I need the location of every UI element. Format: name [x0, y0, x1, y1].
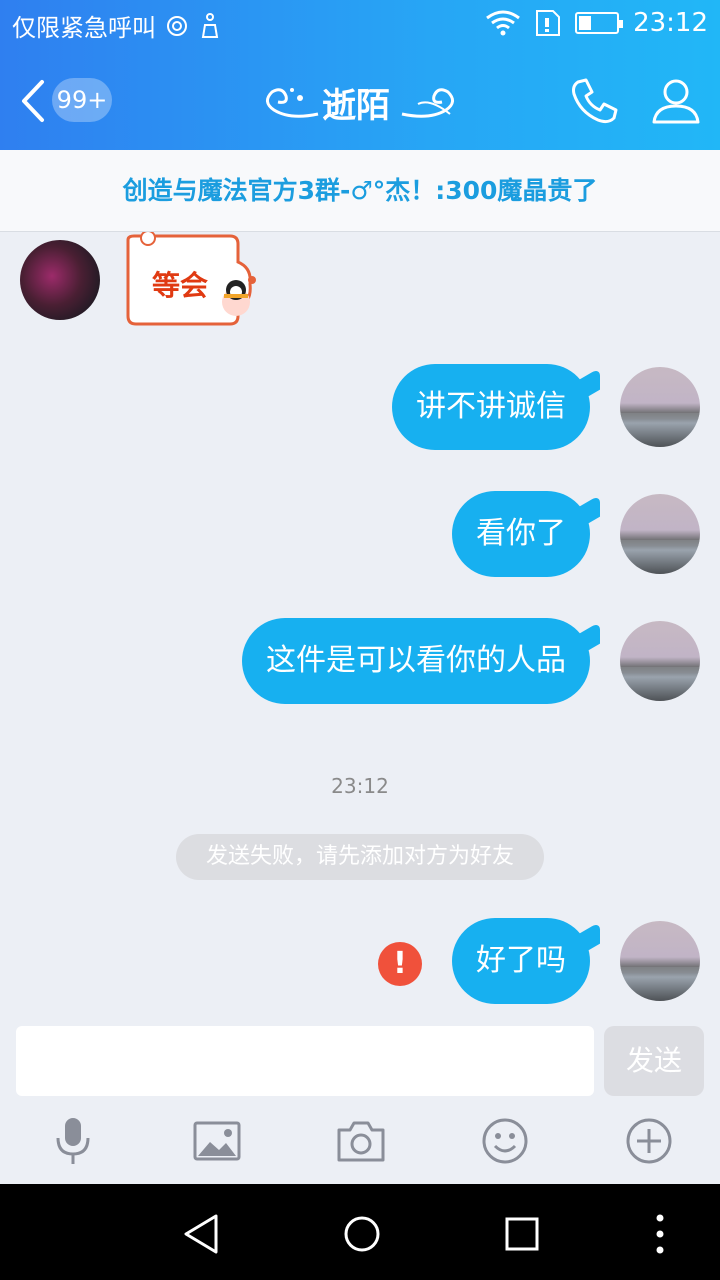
microphone-icon[interactable] — [48, 1116, 98, 1166]
group-notice-banner[interactable]: 创造与魔法官方3群-♂°杰！:300魔晶贵了 — [0, 150, 720, 232]
my-avatar[interactable] — [620, 921, 700, 1001]
swirl-right-icon — [401, 88, 454, 118]
unread-badge[interactable]: 99+ — [52, 78, 112, 122]
message-bubble[interactable]: 讲不讲诚信 — [392, 364, 590, 450]
emoji-icon[interactable] — [480, 1116, 530, 1166]
image-icon[interactable] — [192, 1116, 242, 1166]
status-time: 23:12 — [633, 8, 708, 38]
message-bubble[interactable]: 这件是可以看你的人品 — [242, 618, 590, 704]
composer-toolbar — [0, 1116, 720, 1176]
status-bar: 仅限紧急呼叫 23:12 — [0, 0, 720, 50]
nav-menu-icon[interactable] — [646, 1212, 674, 1256]
message-timestamp: 23:12 — [331, 774, 389, 798]
composer-bar: 发送 — [0, 1016, 720, 1184]
message-bubble[interactable]: 看你了 — [452, 491, 590, 577]
carrier-text: 仅限紧急呼叫 — [12, 14, 156, 42]
status-right: 23:12 — [485, 8, 708, 38]
nav-home-icon[interactable] — [340, 1212, 384, 1256]
my-avatar[interactable] — [620, 621, 700, 701]
my-avatar[interactable] — [620, 494, 700, 574]
nav-back-icon[interactable] — [180, 1212, 224, 1256]
sticker-text: 等会 — [152, 269, 209, 302]
camera-icon[interactable] — [336, 1116, 386, 1166]
accessibility-icon — [201, 12, 219, 38]
sticker-message[interactable]: 等会 — [118, 230, 264, 328]
send-button[interactable]: 发送 — [604, 1026, 704, 1096]
send-failed-icon[interactable]: ! — [378, 942, 422, 986]
my-avatar[interactable] — [620, 367, 700, 447]
wifi-icon — [486, 10, 520, 36]
plus-icon[interactable] — [624, 1116, 674, 1166]
profile-icon[interactable] — [650, 76, 702, 128]
nav-recents-icon[interactable] — [500, 1212, 544, 1256]
chat-title-group: 逝陌 — [260, 72, 460, 132]
peer-avatar[interactable] — [20, 240, 100, 320]
message-input[interactable] — [16, 1026, 594, 1096]
hotspot-icon — [167, 15, 187, 36]
status-left: 仅限紧急呼叫 — [12, 8, 222, 43]
system-nav-bar — [0, 1184, 720, 1280]
swirl-left-icon — [266, 88, 319, 118]
sim-alert-icon — [536, 10, 561, 36]
phone-call-icon[interactable] — [568, 76, 620, 128]
message-bubble[interactable]: 好了吗 — [452, 918, 590, 1004]
top-bar: 仅限紧急呼叫 23:12 99+ 逝陌 — [0, 0, 720, 150]
back-arrow-icon[interactable] — [16, 78, 56, 124]
battery-icon — [575, 12, 624, 34]
nav-bar: 99+ 逝陌 — [0, 50, 720, 150]
system-message: 发送失败，请先添加对方为好友 — [176, 834, 544, 880]
chat-title: 逝陌 — [322, 86, 390, 126]
